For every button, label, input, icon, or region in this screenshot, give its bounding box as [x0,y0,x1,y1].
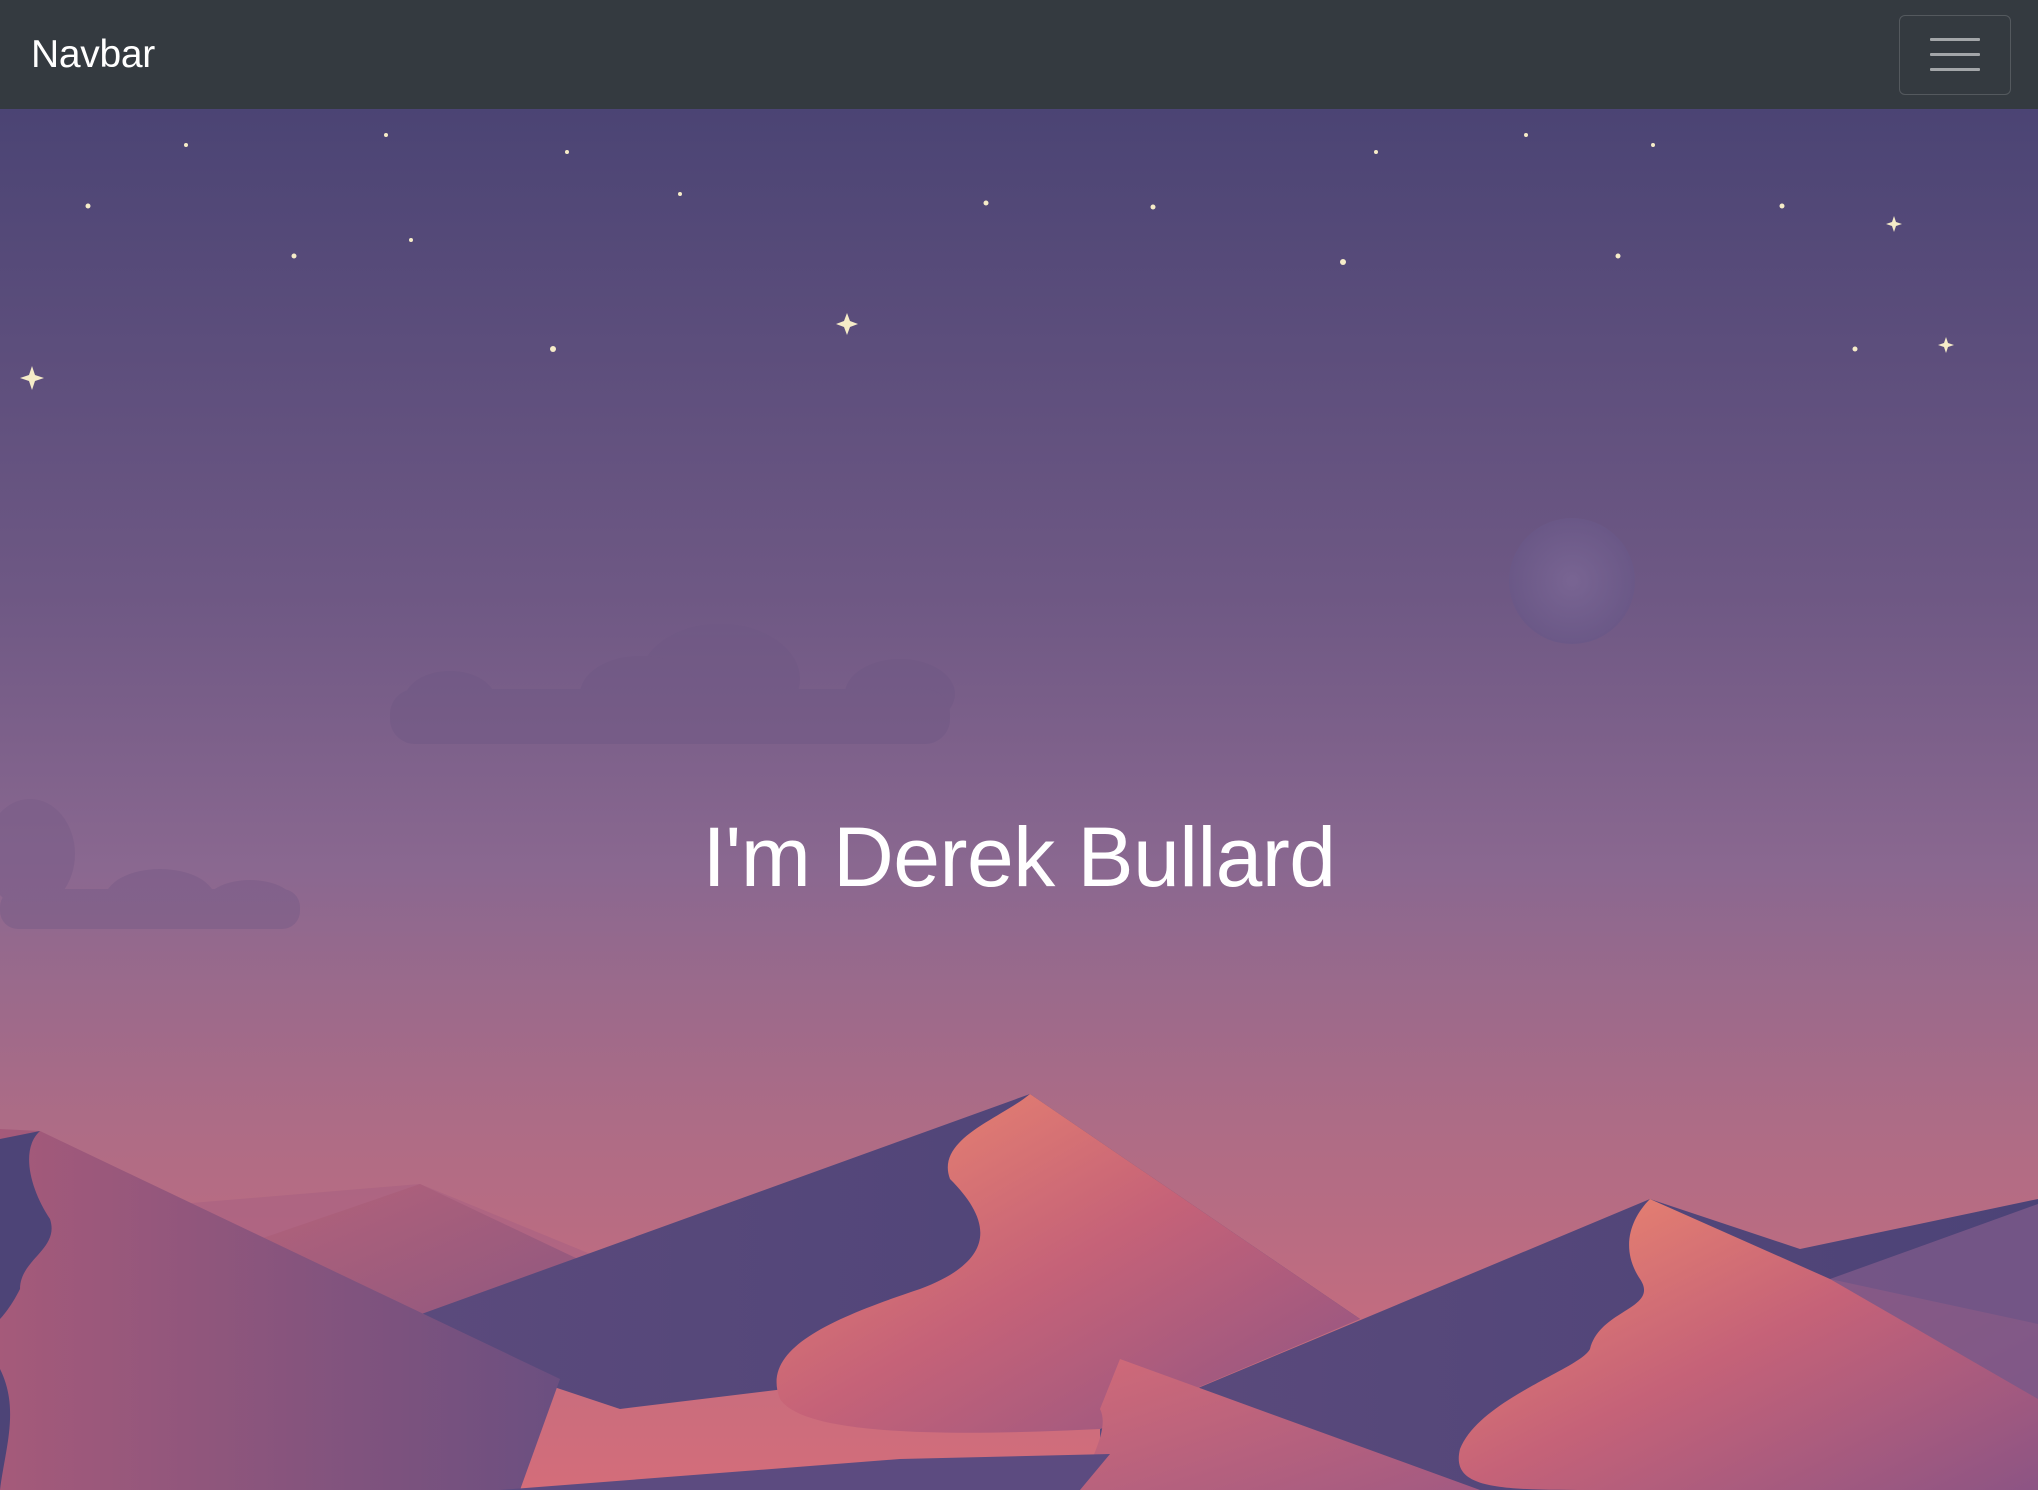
navbar-toggler-button[interactable] [1899,14,2011,95]
hamburger-menu-icon [1930,53,1980,56]
hamburger-menu-icon [1930,68,1980,71]
navbar: Navbar [0,0,2038,109]
hamburger-menu-icon [1930,38,1980,41]
hero-headline: I'm Derek Bullard [702,810,1336,904]
desert-night-scene [0,109,2038,1490]
hero-section: I'm Derek Bullard [0,109,2038,1490]
navbar-brand[interactable]: Navbar [31,33,155,77]
